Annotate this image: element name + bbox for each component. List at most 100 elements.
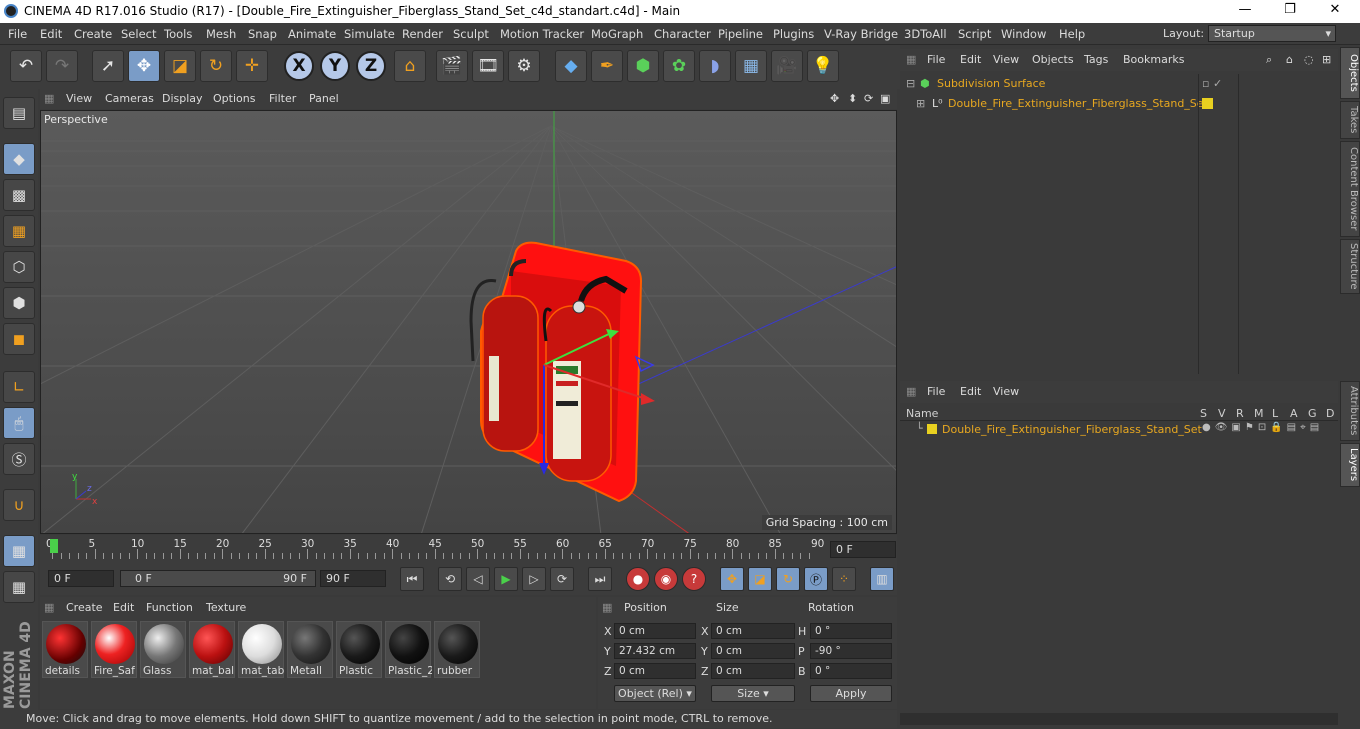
collapse-icon[interactable]: ⊟ [906,77,915,90]
keyframe-selection-icon[interactable]: ? [682,567,706,591]
obj-menu-file[interactable]: File [927,53,945,66]
select-icon[interactable]: ➚ [92,50,124,82]
render-settings-icon[interactable]: ⚙ [508,50,540,82]
key-rotation-icon[interactable]: ↻ [776,567,800,591]
key-position-icon[interactable]: ✥ [720,567,744,591]
material-swatch[interactable]: Plastic_2 [385,621,432,678]
floor-icon[interactable]: ▦ [735,50,767,82]
menu-plugins[interactable]: Plugins [773,27,814,41]
x-axis-button[interactable]: X [284,51,314,81]
menu-simulate[interactable]: Simulate [344,27,395,41]
vp-menu-display[interactable]: Display [162,92,203,105]
ruler[interactable]: 051015202530354045505560657075808590 [46,535,824,563]
menu-motion-tracker[interactable]: Motion Tracker [500,27,584,41]
menu-script[interactable]: Script [958,27,991,41]
cube-icon[interactable]: ◆ [555,50,587,82]
menu-render[interactable]: Render [402,27,443,41]
pos-x-field[interactable]: 0 cm [614,623,696,639]
pen-icon[interactable]: ✒ [591,50,623,82]
next-frame-icon[interactable]: ▷ [522,567,546,591]
mat-menu-texture[interactable]: Texture [206,601,246,614]
orbit-icon[interactable]: ⟳ [864,92,873,105]
timeline-window-icon[interactable]: ▥ [870,567,894,591]
subdivision-icon[interactable]: ⬢ [627,50,659,82]
menu-pipeline[interactable]: Pipeline [718,27,763,41]
rot-p-field[interactable]: -90 ° [810,643,892,659]
timeline-ruler[interactable]: 051015202530354045505560657075808590 0 F [40,535,897,563]
mat-menu-edit[interactable]: Edit [113,601,134,614]
tab-objects[interactable]: Objects [1340,47,1360,99]
close-button[interactable]: ✕ [1320,2,1350,20]
expand-icon[interactable]: ⊞ [916,97,925,110]
prev-frame-icon[interactable]: ◁ [466,567,490,591]
rot-h-field[interactable]: 0 ° [810,623,892,639]
prev-key-icon[interactable]: ⟲ [438,567,462,591]
key-param-icon[interactable]: Ⓟ [804,567,828,591]
vp-menu-cameras[interactable]: Cameras [105,92,154,105]
viewport[interactable]: y x z Perspective Grid Spacing : 100 cm [40,110,897,534]
new-panel-icon[interactable]: ⊞ [1322,53,1331,66]
layer-color-tag[interactable] [1202,98,1213,109]
play-icon[interactable]: ▶ [494,567,518,591]
z-axis-button[interactable]: Z [356,51,386,81]
layer-flags-icons[interactable]: ●👁▣⚑⊡🔒▤⌖▤ [1202,422,1323,433]
light-icon[interactable]: 💡 [807,50,839,82]
material-swatch[interactable]: Glass [140,621,186,678]
mat-menu-create[interactable]: Create [66,601,103,614]
current-frame-field[interactable]: 0 F [830,541,896,558]
record-icon[interactable]: ● [626,567,650,591]
menu-create[interactable]: Create [74,27,112,41]
go-to-end-icon[interactable]: ⏭ [588,567,612,591]
playhead[interactable] [50,539,58,553]
material-swatch[interactable]: rubber [434,621,480,678]
layer-row[interactable]: └ Double_Fire_Extinguisher_Fiberglass_St… [900,421,1338,439]
array-icon[interactable]: ✿ [663,50,695,82]
menu-file[interactable]: File [8,27,27,41]
material-swatch[interactable]: Plastic [336,621,382,678]
vp-menu-filter[interactable]: Filter [269,92,296,105]
render-picture-viewer-icon[interactable]: 🎞 [472,50,504,82]
y-axis-button[interactable]: Y [320,51,350,81]
snap-magnet-icon[interactable]: ∪ [3,489,35,521]
material-swatch[interactable]: Metall [287,621,333,678]
deformer-icon[interactable]: ◗ [699,50,731,82]
layer-menu-edit[interactable]: Edit [960,385,981,398]
maximize-button[interactable]: ❐ [1275,2,1305,20]
menu-animate[interactable]: Animate [288,27,336,41]
menu-mograph[interactable]: MoGraph [591,27,643,41]
apply-button[interactable]: Apply [810,685,892,702]
menu-snap[interactable]: Snap [248,27,277,41]
solo-icon[interactable]: Ⓢ [3,443,35,475]
mat-menu-function[interactable]: Function [146,601,193,614]
menu-window[interactable]: Window [1001,27,1046,41]
size-mode-select[interactable]: Size ▾ [711,685,795,702]
start-frame-field[interactable]: 0 F [48,570,114,587]
minimize-button[interactable]: — [1230,2,1260,20]
layout-select[interactable]: Startup ▾ [1208,25,1336,42]
pos-z-field[interactable]: 0 cm [614,663,696,679]
object-row[interactable]: ⊟ ⬢ Subdivision Surface ▫ ✓ [900,74,1338,93]
obj-menu-view[interactable]: View [993,53,1019,66]
rot-b-field[interactable]: 0 ° [810,663,892,679]
points-mode-icon[interactable]: ⬡ [3,251,35,283]
render-view-icon[interactable]: 🎬 [436,50,468,82]
tab-content-browser[interactable]: Content Browser [1340,141,1360,237]
end-frame-field[interactable]: 90 F [320,570,386,587]
undo-icon[interactable]: ↶ [10,50,42,82]
edges-mode-icon[interactable]: ⬢ [3,287,35,319]
polygons-mode-icon[interactable]: ◼ [3,323,35,355]
texture-mode-icon[interactable]: ▩ [3,179,35,211]
camera-icon[interactable]: 🎥 [771,50,803,82]
pos-y-field[interactable]: 27.432 cm [614,643,696,659]
material-swatch[interactable]: mat_tab [238,621,284,678]
size-y-field[interactable]: 0 cm [711,643,795,659]
tab-layers[interactable]: Layers [1340,443,1360,487]
menu-tools[interactable]: Tools [164,27,192,41]
tab-attributes[interactable]: Attributes [1340,381,1360,441]
obj-menu-objects[interactable]: Objects [1032,53,1074,66]
back-icon[interactable]: ◌ [1304,53,1314,66]
tab-takes[interactable]: Takes [1340,101,1360,139]
coordinate-mode-select[interactable]: Object (Rel) ▾ [614,685,696,702]
material-swatch[interactable]: details [42,621,88,678]
go-to-start-icon[interactable]: ⏮ [400,567,424,591]
